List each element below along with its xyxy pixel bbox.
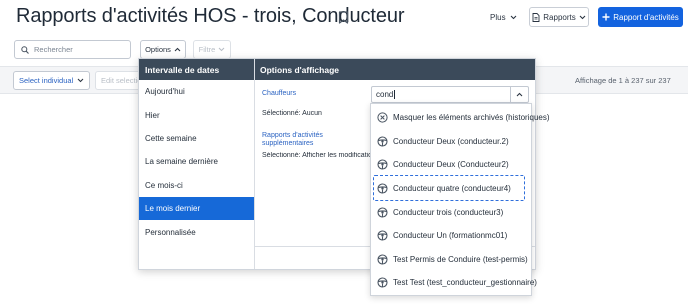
search-placeholder: Rechercher [34, 45, 73, 54]
date-range-column: Intervalle de dates Aujourd'hui Hier Cet… [139, 59, 255, 269]
date-option-today[interactable]: Aujourd'hui [139, 80, 254, 103]
options-button[interactable]: Options [140, 40, 186, 59]
page-header: Rapports d'activités HOS - trois, Conduc… [0, 0, 688, 36]
steering-wheel-icon [377, 254, 388, 265]
option-label: Masquer les éléments archivés (historiqu… [393, 113, 550, 123]
option-label: Test Test (test_conducteur_gestionnaire) [393, 278, 537, 288]
option-label: Conducteur Un (formationmc01) [393, 231, 508, 241]
chevron-down-icon [510, 15, 516, 19]
driver-option[interactable]: Test Test (test_conducteur_gestionnaire) [371, 271, 537, 295]
driver-option[interactable]: Conducteur Deux (conducteur.2) [371, 130, 531, 154]
plus-menu-button[interactable]: Plus [482, 7, 525, 27]
date-option-this-month[interactable]: Ce mois-ci [139, 174, 254, 197]
drivers-selected-summary: Sélectionné: Aucun [262, 110, 322, 117]
driver-dropdown-toggle[interactable] [510, 87, 528, 102]
driver-option[interactable]: Conducteur Un (formationmc01) [371, 224, 531, 248]
filter-label: Filtre [198, 45, 216, 54]
chevron-down-icon [579, 15, 586, 19]
chevron-up-icon [516, 92, 523, 97]
new-activity-report-label: Rapport d'activités [613, 12, 679, 22]
steering-wheel-icon [377, 277, 388, 289]
date-option-custom[interactable]: Personnalisée [139, 220, 254, 243]
date-option-last-week[interactable]: La semaine dernière [139, 150, 254, 173]
select-individual-label: Select individual [19, 76, 74, 85]
reports-menu-button[interactable]: Rapports [529, 7, 589, 27]
additional-reports-label: Rapports d'activités supplémentaires [262, 132, 323, 147]
driver-option[interactable]: Test Permis de Conduire (test-permis) [371, 248, 531, 272]
steering-wheel-icon [377, 136, 388, 147]
options-label: Options [145, 45, 171, 54]
display-options-header: Options d'affichage [255, 59, 535, 80]
chevron-down-icon [218, 47, 225, 52]
option-label: Conducteur Deux (conducteur.2) [393, 136, 509, 146]
drivers-label: Chauffeurs [262, 90, 297, 97]
filter-button[interactable]: Filtre [193, 40, 231, 59]
search-input[interactable]: Rechercher [14, 40, 131, 59]
option-highlight-box [373, 175, 525, 201]
option-label: Conducteur trois (conducteur3) [393, 207, 504, 217]
steering-wheel-icon [377, 230, 388, 241]
steering-wheel-icon [377, 207, 388, 218]
date-option-yesterday[interactable]: Hier [139, 103, 254, 126]
chevron-down-icon [77, 78, 84, 83]
plus-icon [602, 13, 610, 21]
date-option-this-week[interactable]: Cette semaine [139, 127, 254, 150]
chevron-up-icon [174, 47, 181, 52]
plus-label: Plus [490, 12, 506, 22]
new-activity-report-button[interactable]: Rapport d'activités [598, 7, 683, 27]
hide-archived-option[interactable]: Masquer les éléments archivés (historiqu… [371, 106, 550, 130]
driver-search-input[interactable]: cond [371, 86, 529, 103]
steering-wheel-icon [377, 159, 388, 171]
close-circle-icon [377, 112, 388, 123]
bookmark-icon[interactable] [338, 11, 349, 24]
option-label: Conducteur Deux (Conducteur2) [393, 160, 509, 170]
driver-option[interactable]: Conducteur trois (conducteur3) [371, 200, 531, 224]
driver-search-value: cond [376, 90, 394, 99]
pagination-summary: Affichage de 1 à 237 sur 237 [575, 76, 671, 85]
select-individual-dropdown[interactable]: Select individual [13, 71, 90, 90]
reports-label: Rapports [543, 12, 576, 22]
search-icon [21, 45, 29, 54]
text-caret [394, 90, 396, 99]
date-range-header: Intervalle de dates [139, 59, 254, 80]
date-option-last-month[interactable]: Le mois dernier [139, 196, 254, 221]
driver-option[interactable]: Conducteur Deux (Conducteur2) [371, 153, 531, 177]
option-label: Test Permis de Conduire (test-permis) [393, 254, 528, 264]
document-icon [532, 12, 540, 22]
additional-reports-selected-summary: Sélectionné: Afficher les modifications [262, 152, 370, 159]
